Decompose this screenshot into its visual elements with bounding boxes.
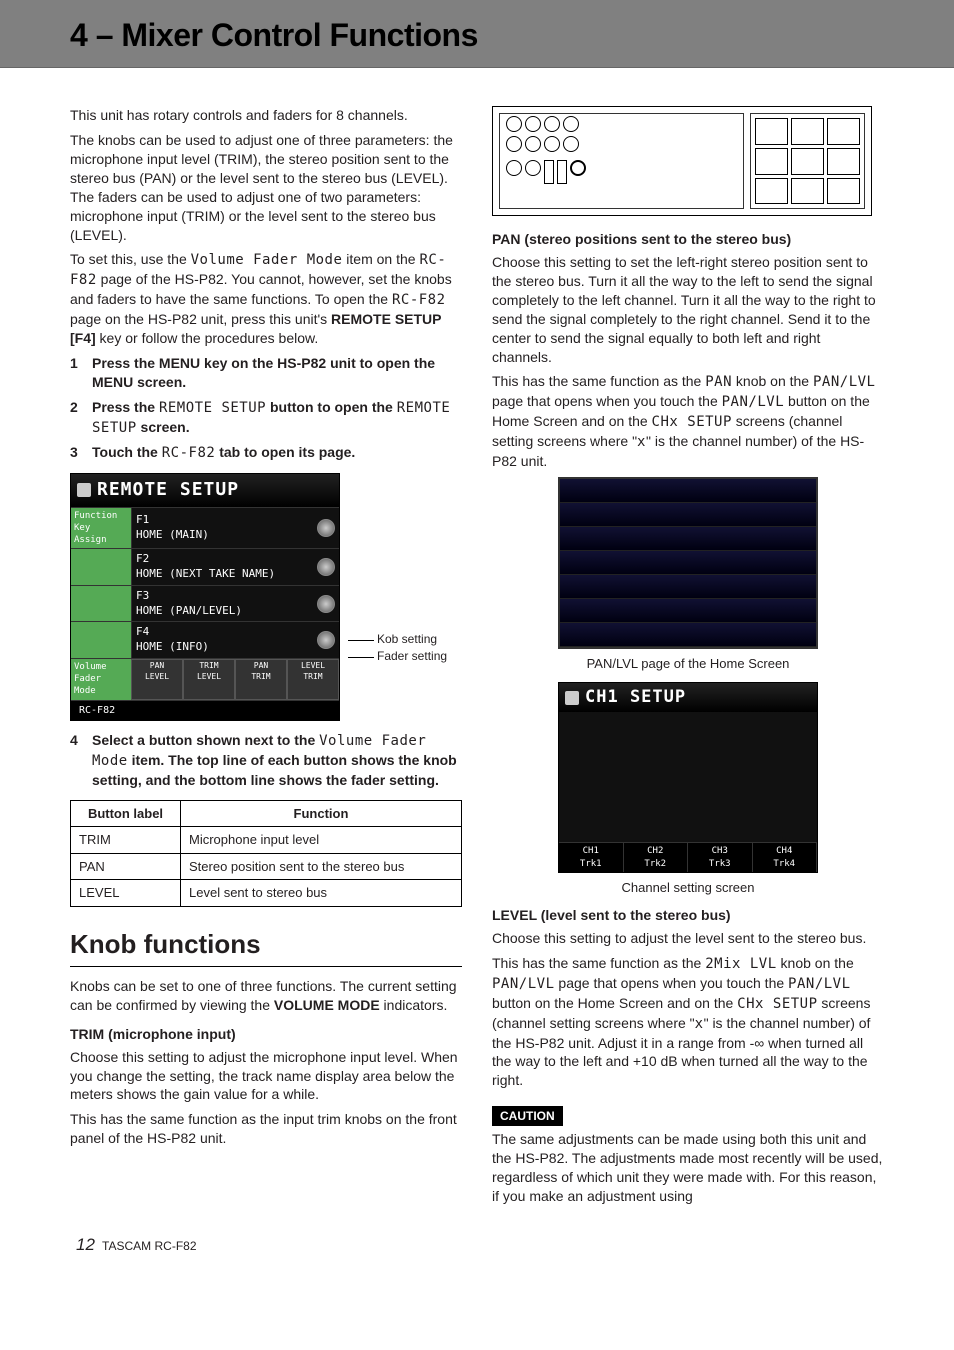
intro-p3: To set this, use the Volume Fader Mode i… — [70, 250, 462, 347]
knob-icon — [506, 116, 522, 132]
level-p2: This has the same function as the 2Mix L… — [492, 954, 884, 1090]
level-p1: Choose this setting to adjust the level … — [492, 929, 884, 948]
trim-p1: Choose this setting to adjust the microp… — [70, 1048, 462, 1105]
pan-p1: Choose this setting to set the left-righ… — [492, 253, 884, 366]
trim-heading: TRIM (microphone input) — [70, 1025, 462, 1044]
callout-knob-setting: Kob setting — [348, 631, 437, 647]
step-1: 1Press the MENU key on the HS-P82 unit t… — [70, 354, 462, 392]
step-2: 2Press the REMOTE SETUP button to open t… — [70, 398, 462, 438]
knob-functions-heading: Knob functions — [70, 927, 462, 967]
procedure-steps-2: 4Select a button shown next to the Volum… — [70, 731, 462, 790]
knob-icon — [317, 595, 335, 613]
knob-icon — [317, 631, 335, 649]
ch1-setup-screenshot: CH1 SETUP CH1Trk1 CH2Trk2 CH3Trk3 CH4Trk… — [558, 682, 818, 872]
step-4: 4Select a button shown next to the Volum… — [70, 731, 462, 790]
pan-p2: This has the same function as the PAN kn… — [492, 372, 884, 470]
knob-intro: Knobs can be set to one of three functio… — [70, 977, 462, 1015]
level-heading: LEVEL (level sent to the stereo bus) — [492, 906, 884, 925]
pan-heading: PAN (stereo positions sent to the stereo… — [492, 230, 884, 249]
table-row: LEVELLevel sent to stereo bus — [71, 880, 462, 907]
content-columns: This unit has rotary controls and faders… — [0, 106, 954, 1212]
page-footer: 12 TASCAM RC-F82 — [0, 1212, 954, 1275]
remote-setup-screenshot: REMOTE SETUP Function Key AssignF1HOME (… — [70, 473, 462, 721]
caution-label: CAUTION — [492, 1106, 563, 1126]
knob-icon — [317, 558, 335, 576]
callout-fader-setting: Fader setting — [348, 648, 447, 664]
right-column: PAN (stereo positions sent to the stereo… — [492, 106, 884, 1212]
knob-icon — [317, 519, 335, 537]
table-row: TRIMMicrophone input level — [71, 827, 462, 854]
chapter-title: 4 – Mixer Control Functions — [0, 14, 954, 57]
front-panel-illustration — [492, 106, 872, 216]
intro-p2: The knobs can be used to adjust one of t… — [70, 131, 462, 244]
intro-p1: This unit has rotary controls and faders… — [70, 106, 462, 125]
remote-setup-ui: REMOTE SETUP Function Key AssignF1HOME (… — [70, 473, 340, 721]
trim-p2: This has the same function as the input … — [70, 1110, 462, 1148]
remote-setup-title: REMOTE SETUP — [71, 474, 339, 506]
caution-text: The same adjustments can be made using b… — [492, 1130, 884, 1206]
footer-model: TASCAM RC-F82 — [102, 1239, 196, 1253]
chapter-header-bar: 4 – Mixer Control Functions — [0, 0, 954, 68]
pan-lvl-caption: PAN/LVL page of the Home Screen — [492, 655, 884, 673]
step-3: 3Touch the RC-F82 tab to open its page. — [70, 443, 462, 463]
button-function-table: Button labelFunction TRIMMicrophone inpu… — [70, 800, 462, 907]
page-number: 12 — [76, 1235, 95, 1254]
pan-lvl-home-screenshot — [558, 477, 818, 649]
ch-setup-caption: Channel setting screen — [492, 879, 884, 897]
left-column: This unit has rotary controls and faders… — [70, 106, 462, 1212]
table-row: PANStereo position sent to the stereo bu… — [71, 853, 462, 880]
procedure-steps: 1Press the MENU key on the HS-P82 unit t… — [70, 354, 462, 463]
